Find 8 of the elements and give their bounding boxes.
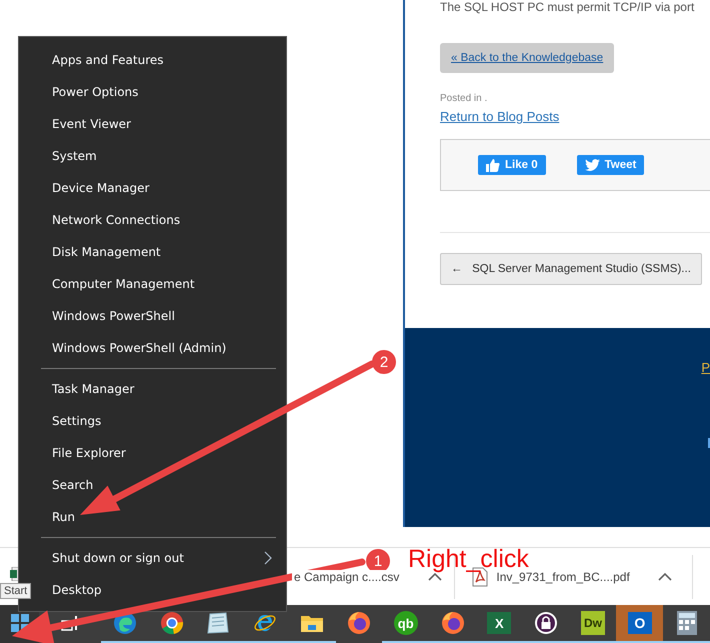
qb-logo-icon: qb [394,611,418,635]
paragraph-text: The SQL HOST PC must permit TCP/IP via port [440,0,696,14]
dw-app-icon: Dw [580,611,605,635]
step-number-badge: 2 [372,350,396,374]
posted-in-text: Posted in . [440,93,488,104]
spreadsheet-app-icon: X [487,612,512,634]
mail-app-icon: O [628,612,652,634]
start-tooltip: Start [0,583,32,599]
